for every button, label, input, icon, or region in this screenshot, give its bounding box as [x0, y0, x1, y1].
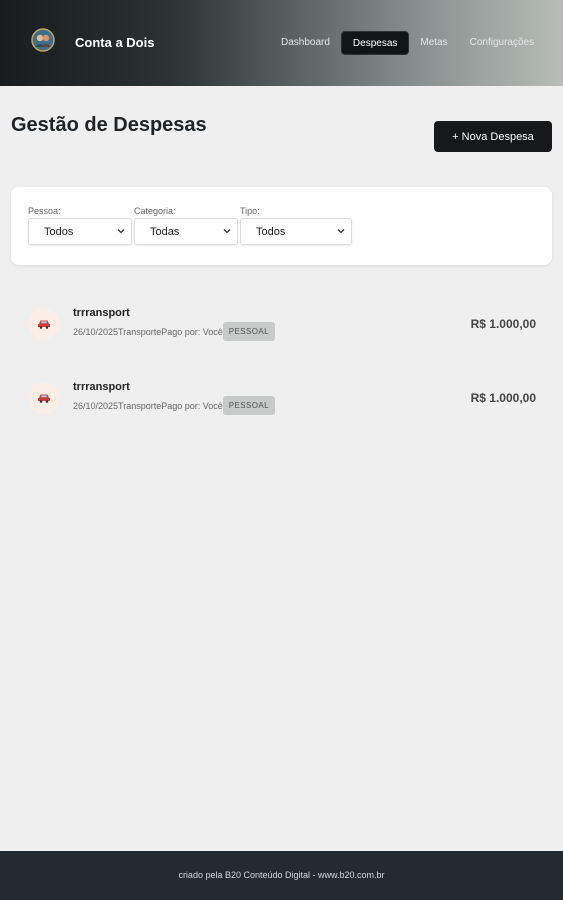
- expense-category: Transporte: [118, 326, 162, 337]
- expense-name: trrransport: [73, 381, 130, 393]
- expense-date: 26/10/2025: [73, 326, 119, 337]
- app-title[interactable]: Conta a Dois: [75, 35, 154, 50]
- filter-person: Pessoa: Todos: [28, 206, 132, 245]
- car-icon: [28, 308, 60, 340]
- new-expense-button[interactable]: + Nova Despesa: [434, 121, 552, 152]
- chevron-down-icon: [223, 229, 231, 234]
- chevron-down-icon: [117, 229, 125, 234]
- person-select[interactable]: Todos: [28, 218, 132, 245]
- expense-date: 26/10/2025: [73, 400, 119, 411]
- person-select-value: Todos: [44, 225, 74, 238]
- expense-amount: R$ 1.000,00: [470, 317, 536, 331]
- expense-amount: R$ 1.000,00: [470, 391, 536, 405]
- expense-item[interactable]: trrransport 26/10/2025 Transporte Pago p…: [28, 294, 538, 354]
- nav-configuracoes[interactable]: Configurações: [459, 31, 545, 55]
- car-icon: [28, 382, 60, 414]
- nav-despesas[interactable]: Despesas: [340, 31, 410, 55]
- expense-meta: 26/10/2025 Transporte Pago por: Você PES…: [73, 396, 275, 415]
- filter-type: Tipo: Todos: [240, 206, 352, 245]
- main-nav: Dashboard Despesas Metas Configurações: [270, 31, 545, 55]
- nav-metas[interactable]: Metas: [409, 31, 458, 55]
- expense-meta: 26/10/2025 Transporte Pago por: Você PES…: [73, 322, 275, 341]
- type-select[interactable]: Todos: [240, 218, 352, 245]
- app-header: Conta a Dois Dashboard Despesas Metas Co…: [0, 0, 563, 86]
- expense-category: Transporte: [118, 400, 162, 411]
- nav-dashboard[interactable]: Dashboard: [270, 31, 341, 55]
- filters-panel: Pessoa: Todos Categoria: Todas Tipo: Tod…: [11, 187, 552, 265]
- filter-category-label: Categoria:: [134, 206, 176, 216]
- expense-type-badge: PESSOAL: [222, 396, 275, 415]
- filter-type-label: Tipo:: [240, 206, 260, 216]
- filter-person-label: Pessoa:: [28, 206, 61, 216]
- couple-avatar-icon[interactable]: [31, 28, 55, 52]
- expense-paid-by: Pago por: Você: [161, 400, 223, 411]
- category-select[interactable]: Todas: [134, 218, 238, 245]
- chevron-down-icon: [337, 229, 345, 234]
- expense-type-badge: PESSOAL: [222, 322, 275, 341]
- expense-item[interactable]: trrransport 26/10/2025 Transporte Pago p…: [28, 368, 538, 428]
- page-footer: criado pela B20 Conteúdo Digital - www.b…: [0, 851, 563, 900]
- expense-paid-by: Pago por: Você: [161, 326, 223, 337]
- type-select-value: Todos: [256, 225, 286, 238]
- category-select-value: Todas: [150, 225, 180, 238]
- page-title: Gestão de Despesas: [11, 114, 207, 136]
- expense-name: trrransport: [73, 307, 130, 319]
- filter-category: Categoria: Todas: [134, 206, 238, 245]
